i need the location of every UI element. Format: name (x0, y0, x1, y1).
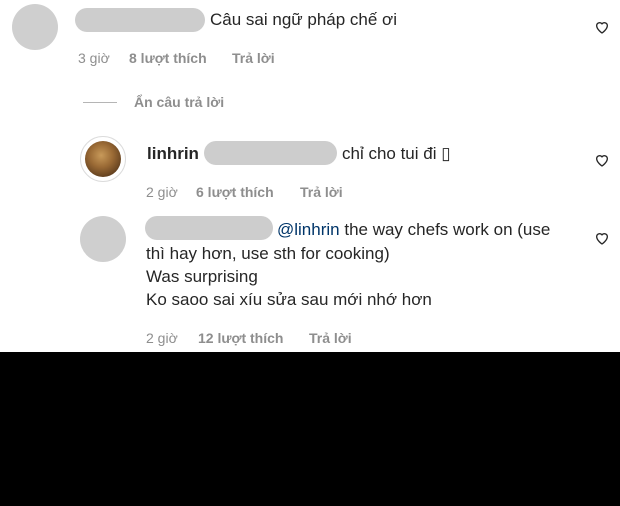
like-count[interactable]: 8 lượt thích (129, 50, 207, 66)
avatar-photo (85, 141, 121, 177)
missing-emoji-glyph: ▯ (441, 144, 451, 163)
reply-button[interactable]: Trả lời (300, 184, 343, 200)
reply-username[interactable]: linhrin (147, 143, 199, 165)
heart-outline-icon[interactable] (594, 152, 610, 168)
heart-outline-icon[interactable] (594, 230, 610, 246)
comments-panel: Câu sai ngữ pháp chế ơi 3 giờ 8 lượt thí… (0, 0, 620, 352)
reply-text-line-2: thì hay hơn, use sth for cooking) (146, 244, 390, 263)
mention-link[interactable]: @linhrin (277, 220, 340, 239)
black-background-area (0, 352, 620, 506)
like-count[interactable]: 6 lượt thích (196, 184, 274, 200)
comment-text: Câu sai ngữ pháp chế ơi (210, 10, 397, 29)
heart-outline-icon[interactable] (594, 19, 610, 35)
hide-replies-divider (83, 102, 117, 103)
reply-text-line-4: Ko saoo sai xíu sửa sau mới nhớ hơn (146, 290, 432, 309)
avatar[interactable] (80, 136, 126, 182)
reply-text-line-3: Was surprising (146, 267, 258, 286)
reply-time: 2 giờ (146, 330, 178, 346)
like-count[interactable]: 12 lượt thích (198, 330, 283, 346)
avatar[interactable] (12, 4, 58, 50)
reply-time: 2 giờ (146, 184, 178, 200)
reply-button[interactable]: Trả lời (309, 330, 352, 346)
reply-text-body: chỉ cho tui đi (342, 144, 442, 163)
reply-text-body: the way chefs work on (use (339, 220, 551, 239)
reply-button[interactable]: Trả lời (232, 50, 275, 66)
redacted-username (75, 8, 205, 32)
reply-text: chỉ cho tui đi ▯ (342, 143, 451, 165)
avatar[interactable] (80, 216, 126, 262)
comment-time: 3 giờ (78, 50, 110, 66)
hide-replies-button[interactable]: Ẩn câu trả lời (134, 94, 224, 110)
reply-text-line-1: @linhrin the way chefs work on (use (277, 219, 550, 241)
redacted-username (204, 141, 337, 165)
redacted-username (145, 216, 273, 240)
